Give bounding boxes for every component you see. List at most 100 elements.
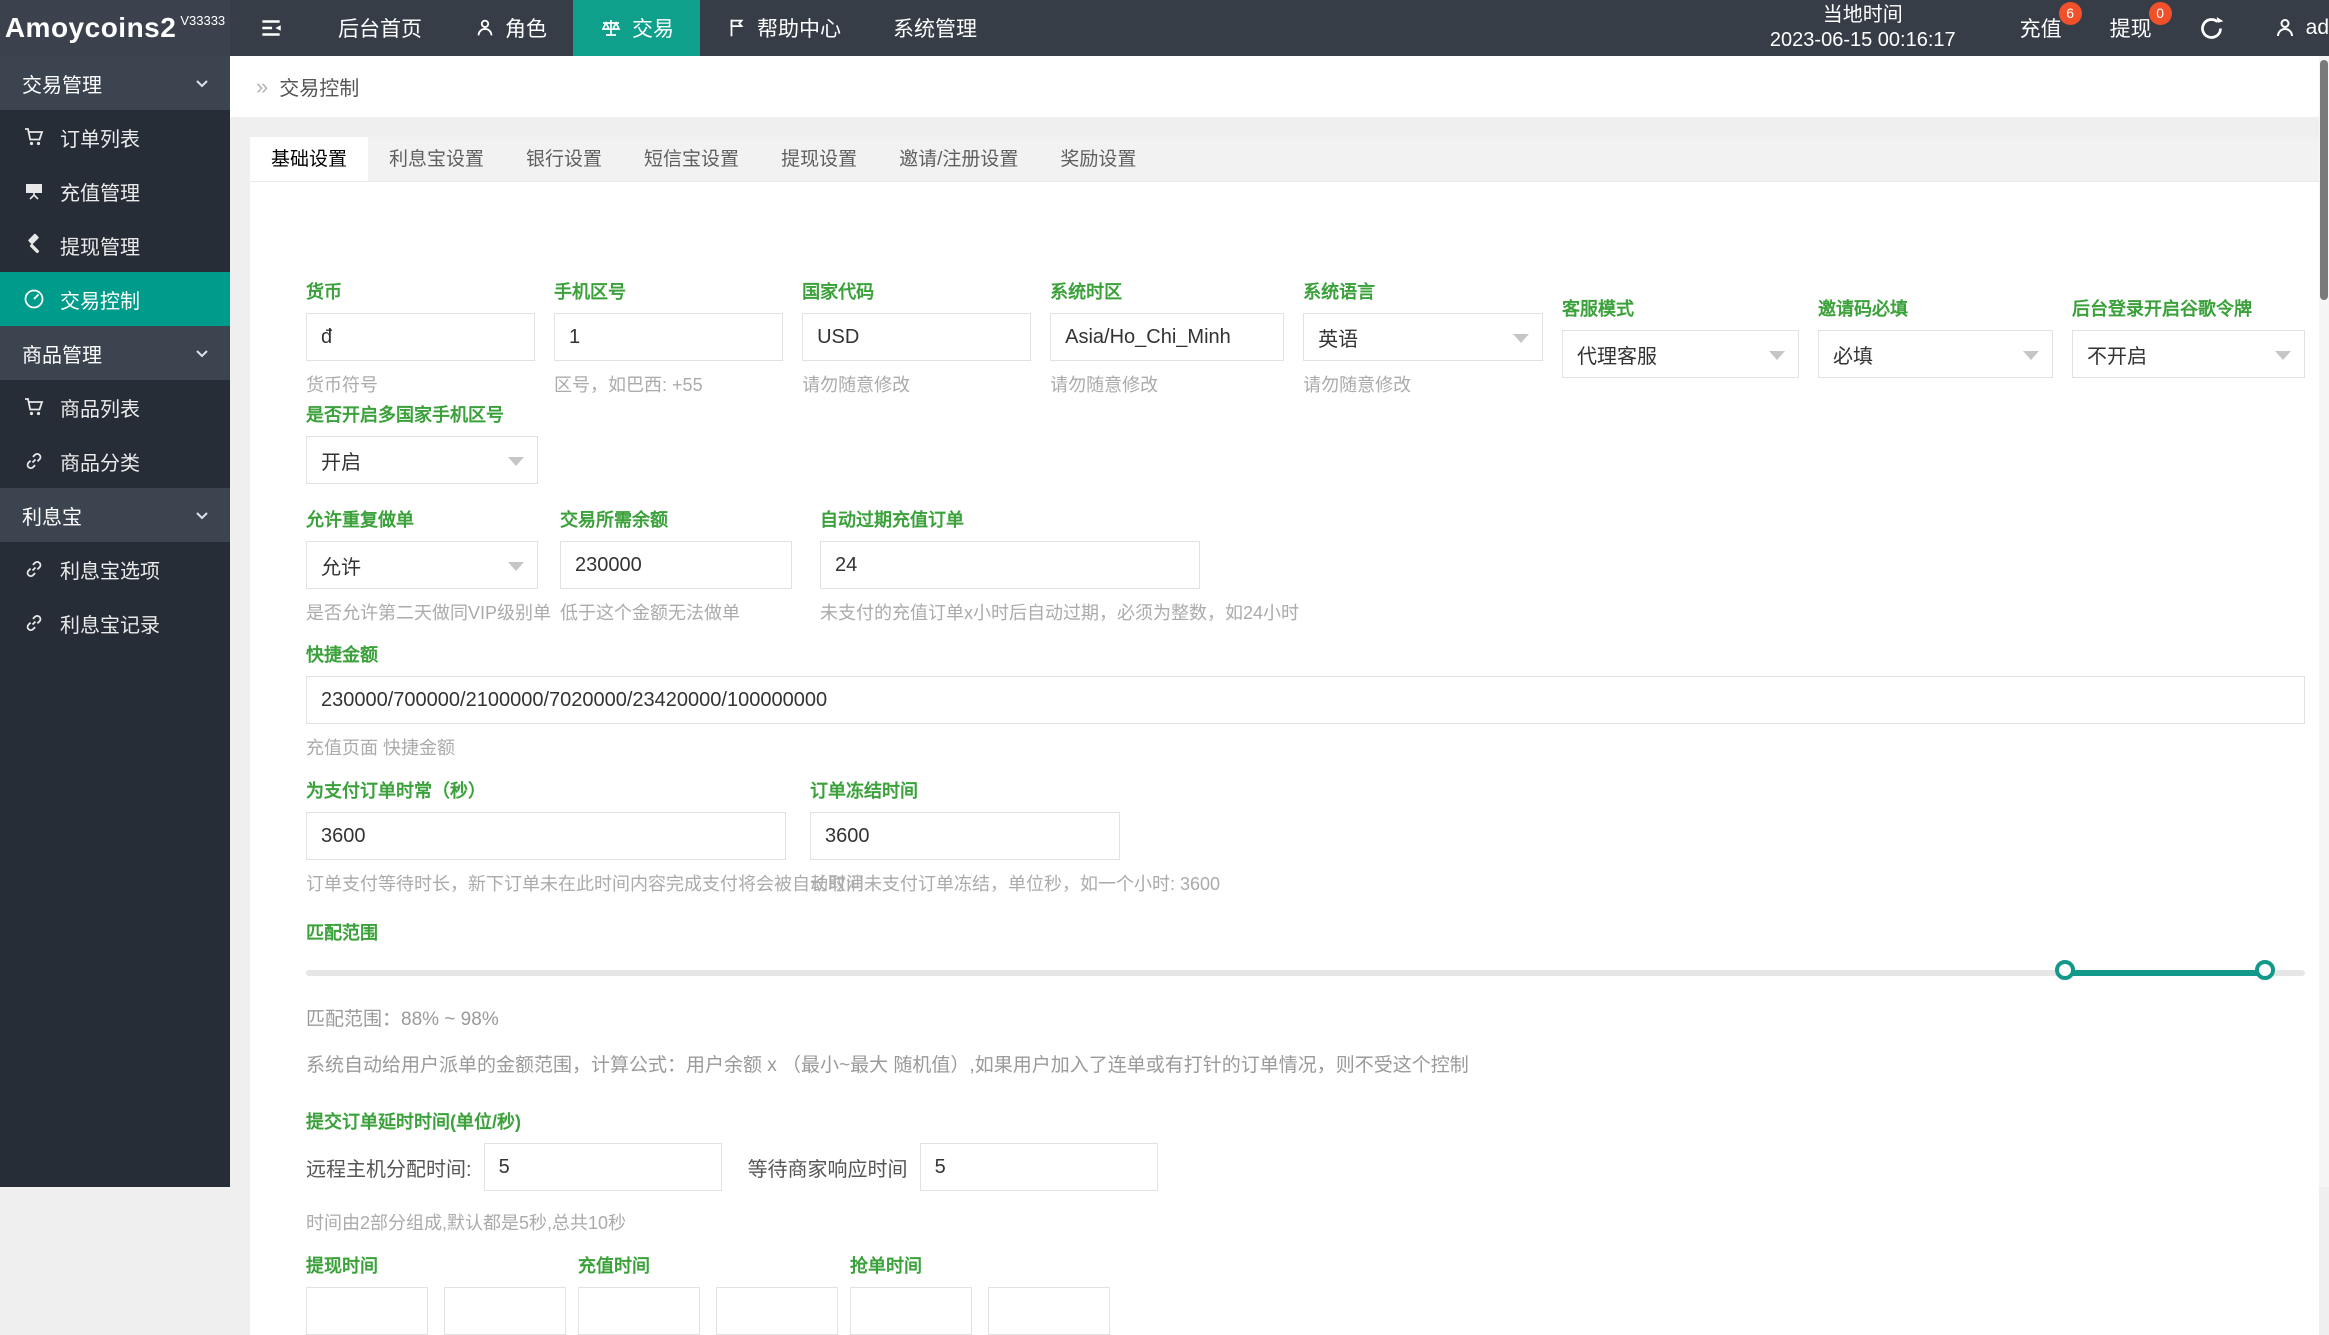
sidebar-item-lixibao-options[interactable]: 利息宝选项 — [0, 542, 230, 596]
top-navbar: Amoycoins2 V33333 后台首页 角色 交易 — [0, 0, 2329, 56]
app-title: Amoycoins2 — [5, 12, 177, 44]
field-multi-country: 是否开启多国家手机区号 开启 — [306, 401, 538, 484]
field-auto-expire: 自动过期充值订单 未支付的充值订单x小时后自动过期，必须为整数，如24小时 — [820, 506, 1200, 625]
nav-item-home[interactable]: 后台首页 — [312, 0, 448, 56]
recharge-time-start-input[interactable] — [578, 1287, 700, 1335]
recharge-badge: 6 — [2059, 2, 2082, 25]
sidebar-item-product-list[interactable]: 商品列表 — [0, 380, 230, 434]
repeat-order-select[interactable]: 允许 — [306, 541, 538, 589]
chevron-down-icon — [1513, 334, 1529, 343]
content: 基础设置 利息宝设置 银行设置 短信宝设置 提现设置 邀请/注册设置 奖励设置 … — [230, 117, 2319, 1248]
field-grab-time: 抢单时间 — [850, 1252, 1110, 1335]
settings-tabs: 基础设置 利息宝设置 银行设置 短信宝设置 提现设置 邀请/注册设置 奖励设置 — [250, 137, 2319, 182]
vertical-scrollbar — [2319, 56, 2329, 1187]
phone-code-input[interactable] — [554, 313, 783, 361]
chevron-down-icon — [190, 503, 214, 527]
sidebar-item-lixibao-records[interactable]: 利息宝记录 — [0, 596, 230, 650]
service-mode-select[interactable]: 代理客服 — [1562, 330, 1799, 378]
invite-required-select[interactable]: 必填 — [1818, 330, 2053, 378]
local-time-value: 2023-06-15 00:16:17 — [1770, 28, 1956, 53]
nav-item-trade[interactable]: 交易 — [573, 0, 700, 56]
avatar-icon — [2273, 16, 2297, 40]
refresh-button[interactable] — [2176, 15, 2247, 42]
tab-lixibao[interactable]: 利息宝设置 — [368, 137, 505, 181]
slider-handle-min[interactable] — [2055, 960, 2075, 980]
currency-input[interactable] — [306, 313, 535, 361]
timezone-input[interactable] — [1050, 313, 1284, 361]
withdraw-notice-button[interactable]: 提现 0 — [2086, 0, 2176, 56]
chevron-down-icon — [1769, 351, 1785, 360]
field-google-token: 后台登录开启谷歌令牌 不开启 — [2072, 295, 2305, 397]
wait-time-label: 等待商家响应时间 — [748, 1153, 908, 1182]
remote-time-input[interactable] — [484, 1143, 722, 1191]
chevron-down-icon — [190, 71, 214, 95]
sidebar-group-trade[interactable]: 交易管理 — [0, 56, 230, 110]
header-right-cluster: 当地时间 2023-06-15 00:16:17 充值 6 提现 0 ad — [1770, 0, 2329, 56]
field-repeat-order: 允许重复做单 允许 是否允许第二天做同VIP级别单 — [306, 506, 538, 625]
google-token-select[interactable]: 不开启 — [2072, 330, 2305, 378]
recharge-notice-button[interactable]: 充值 6 — [1996, 0, 2086, 56]
chevron-down-icon — [508, 562, 524, 571]
chevron-down-icon — [2023, 351, 2039, 360]
wait-time-input[interactable] — [920, 1143, 1158, 1191]
quick-amount-input[interactable] — [306, 676, 2305, 724]
field-trade-balance: 交易所需余额 低于这个金额无法做单 — [560, 506, 792, 625]
basic-settings-form: 货币 货币符号 手机区号 区号，如巴西: +55 国家代码 请勿随意修改 — [250, 182, 2319, 1335]
grab-time-start-input[interactable] — [850, 1287, 972, 1335]
field-language: 系统语言 英语 请勿随意修改 — [1303, 278, 1543, 397]
withdraw-time-end-input[interactable] — [444, 1287, 566, 1335]
sidebar-item-trade-control[interactable]: 交易控制 — [0, 272, 230, 326]
breadcrumb: » 交易控制 — [230, 56, 2319, 117]
chevron-down-icon — [190, 341, 214, 365]
match-range-desc: 系统自动给用户派单的金额范围，计算公式：用户余额 x （最小~最大 随机值）,如… — [306, 1050, 2305, 1077]
recharge-time-end-input[interactable] — [716, 1287, 838, 1335]
field-pay-timeout: 为支付订单时常（秒） 订单支付等待时长，新下订单未在此时间内容完成支付将会被自动… — [306, 777, 786, 896]
auto-expire-input[interactable] — [820, 541, 1200, 589]
sidebar-item-withdraw-mgmt[interactable]: 提现管理 — [0, 218, 230, 272]
freeze-time-input[interactable] — [810, 812, 1120, 860]
settings-card: 基础设置 利息宝设置 银行设置 短信宝设置 提现设置 邀请/注册设置 奖励设置 … — [250, 137, 2319, 1335]
field-quick-amount: 快捷金额 充值页面 快捷金额 — [306, 641, 2305, 760]
field-withdraw-time: 提现时间 — [306, 1252, 566, 1335]
user-menu[interactable]: ad — [2247, 16, 2329, 40]
sidebar-group-lixibao[interactable]: 利息宝 — [0, 488, 230, 542]
tab-bank[interactable]: 银行设置 — [505, 137, 623, 181]
tab-basic[interactable]: 基础设置 — [250, 137, 368, 181]
slider-handle-max[interactable] — [2255, 960, 2275, 980]
sidebar-item-product-category[interactable]: 商品分类 — [0, 434, 230, 488]
multi-country-select[interactable]: 开启 — [306, 436, 538, 484]
nav-item-system[interactable]: 系统管理 — [867, 0, 1003, 56]
sidebar-item-recharge-mgmt[interactable]: 充值管理 — [0, 164, 230, 218]
language-select[interactable]: 英语 — [1303, 313, 1543, 361]
sidebar-group-products[interactable]: 商品管理 — [0, 326, 230, 380]
tab-invite-register[interactable]: 邀请/注册设置 — [878, 137, 1039, 181]
pay-timeout-input[interactable] — [306, 812, 786, 860]
tab-sms[interactable]: 短信宝设置 — [623, 137, 760, 181]
slider-track[interactable] — [306, 970, 2305, 976]
nav-item-roles[interactable]: 角色 — [448, 0, 573, 56]
withdraw-time-start-input[interactable] — [306, 1287, 428, 1335]
match-range-value: 匹配范围：88% ~ 98% — [306, 1004, 2305, 1031]
local-time-label: 当地时间 — [1770, 3, 1956, 28]
scrollbar-thumb[interactable] — [2320, 60, 2328, 300]
grab-time-end-input[interactable] — [988, 1287, 1110, 1335]
field-country-code: 国家代码 请勿随意修改 — [802, 278, 1031, 397]
tab-reward[interactable]: 奖励设置 — [1039, 137, 1157, 181]
flag-icon — [726, 17, 748, 39]
sidebar: 交易管理 订单列表 充值管理 提现管理 — [0, 56, 230, 1187]
breadcrumb-arrow: » — [256, 74, 268, 100]
trade-balance-input[interactable] — [560, 541, 792, 589]
sidebar-item-order-list[interactable]: 订单列表 — [0, 110, 230, 164]
user-icon — [474, 17, 496, 39]
tab-withdraw[interactable]: 提现设置 — [760, 137, 878, 181]
sidebar-toggle-button[interactable] — [236, 0, 306, 56]
username: ad — [2306, 16, 2329, 40]
match-range-slider — [306, 959, 2305, 987]
gauge-icon — [22, 287, 48, 311]
field-invite-required: 邀请码必填 必填 — [1818, 295, 2053, 397]
field-service-mode: 客服模式 代理客服 — [1562, 295, 1799, 397]
app-logo[interactable]: Amoycoins2 V33333 — [0, 0, 230, 56]
country-code-input[interactable] — [802, 313, 1031, 361]
link-icon — [22, 611, 48, 635]
nav-item-help[interactable]: 帮助中心 — [700, 0, 867, 56]
